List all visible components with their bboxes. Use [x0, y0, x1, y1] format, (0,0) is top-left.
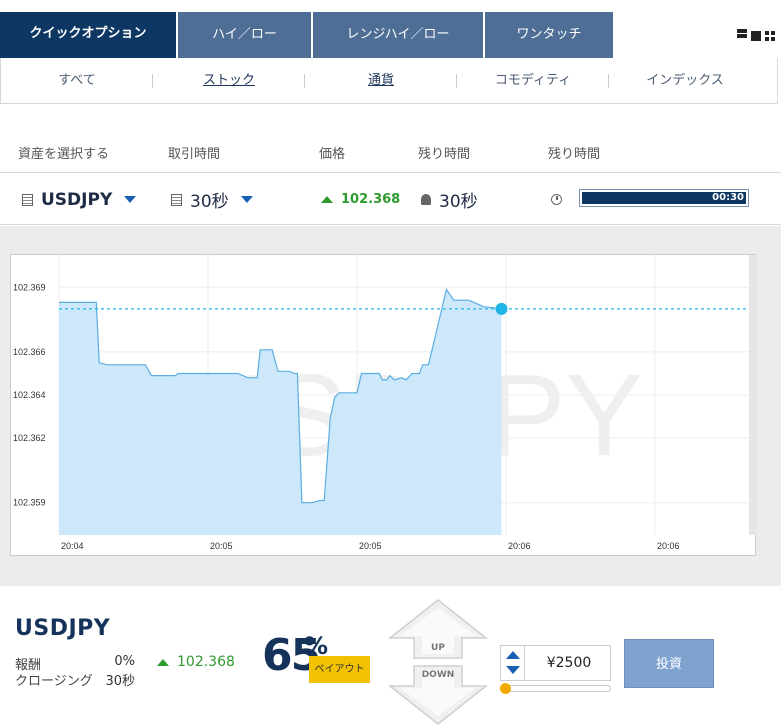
- subnav-commodity[interactable]: コモディティ: [457, 58, 609, 104]
- header-trade-time: 取引時間: [168, 147, 221, 162]
- y-tick-label: 102.369: [13, 282, 46, 292]
- amount-input[interactable]: ¥2500: [527, 646, 611, 680]
- subnav-index[interactable]: インデックス: [609, 58, 761, 104]
- asset-row: USDJPY 30秒 102.368 30秒 00:30: [0, 172, 781, 225]
- clock-cell: [551, 173, 562, 226]
- x-tick-label: 20:05: [359, 541, 382, 551]
- down-label: DOWN: [421, 670, 455, 680]
- chevron-down-icon: [240, 196, 253, 203]
- current-price-marker: [495, 302, 508, 315]
- x-axis: 20:04 20:05 20:05 20:06 20:06: [61, 541, 680, 551]
- grid-view-icon[interactable]: [765, 31, 775, 41]
- y-tick-label: 102.366: [13, 347, 46, 357]
- y-tick-label: 102.359: [13, 498, 46, 508]
- x-tick-label: 20:06: [657, 541, 680, 551]
- price-up-icon: [321, 196, 333, 203]
- tab-high-low[interactable]: ハイ／ロー: [178, 12, 311, 58]
- price-cell: 102.368: [321, 173, 400, 226]
- tile-view-icon[interactable]: [751, 31, 761, 41]
- chart-area: USDJPY 102.369102.366102.364102.362102.3…: [0, 226, 781, 586]
- increase-amount-icon[interactable]: [506, 651, 520, 659]
- bottom-price-value: 102.368: [177, 654, 235, 670]
- bottom-price: 102.368: [157, 654, 235, 670]
- x-tick-label: 20:04: [61, 541, 84, 551]
- closing-value: 30秒: [105, 674, 135, 689]
- view-toggle: [737, 31, 775, 41]
- header-remaining-bar: 残り時間: [548, 147, 601, 162]
- invest-button[interactable]: 投資: [624, 639, 714, 688]
- chart-area-fill: [59, 289, 502, 535]
- remaining-cell: 30秒: [421, 173, 478, 226]
- up-label: UP: [431, 643, 445, 653]
- tab-one-touch[interactable]: ワンタッチ: [485, 12, 613, 58]
- clock-icon: [551, 194, 562, 205]
- trade-time-select[interactable]: 30秒: [171, 173, 253, 226]
- asset-category-nav: すべて ストック 通貨 コモディティ インデックス: [0, 58, 778, 104]
- remaining-value: 30秒: [439, 192, 478, 212]
- y-tick-label: 102.362: [13, 433, 46, 443]
- subnav-all[interactable]: すべて: [1, 58, 153, 104]
- chart-scrollbar[interactable]: [749, 255, 757, 535]
- list-icon: [171, 193, 182, 206]
- amount-stepper: ¥2500: [500, 645, 611, 681]
- bottom-asset-title: USDJPY: [15, 616, 111, 641]
- asset-value: USDJPY: [41, 189, 113, 210]
- header-price: 価格: [319, 147, 346, 162]
- trade-time-value: 30秒: [190, 192, 229, 212]
- tab-range-high-low[interactable]: レンジハイ／ロー: [313, 12, 483, 58]
- price-up-icon: [157, 658, 169, 666]
- x-tick-label: 20:05: [210, 541, 233, 551]
- header-asset: 資産を選択する: [18, 147, 110, 162]
- payout-badge: ペイアウト: [309, 656, 370, 683]
- decrease-amount-icon[interactable]: [506, 666, 520, 674]
- tab-quick-option[interactable]: クイックオプション: [0, 12, 176, 58]
- chevron-down-icon: [124, 196, 137, 203]
- subnav-stock[interactable]: ストック: [153, 58, 305, 104]
- list-view-icon[interactable]: [737, 34, 747, 38]
- product-tabs: クイックオプション ハイ／ロー レンジハイ／ロー ワンタッチ: [0, 12, 781, 58]
- closing-label: クロージング: [15, 674, 93, 689]
- reward-value: 0%: [114, 654, 135, 669]
- y-tick-label: 102.364: [13, 390, 46, 400]
- slider-handle[interactable]: [500, 683, 511, 694]
- stepper-buttons: [501, 646, 525, 680]
- countdown-bar: 00:30: [579, 189, 749, 207]
- y-axis: 102.369 102.366 102.364 102.362 102.359: [13, 282, 46, 507]
- x-tick-label: 20:06: [508, 541, 531, 551]
- price-value: 102.368: [341, 192, 401, 207]
- price-chart: USDJPY 102.369102.366102.364102.362102.3…: [10, 254, 757, 556]
- list-icon: [22, 193, 33, 206]
- price-chart-svg: USDJPY 102.369102.366102.364102.362102.3…: [13, 255, 757, 551]
- up-down-control: UP DOWN: [388, 598, 488, 726]
- header-remaining: 残り時間: [418, 147, 471, 162]
- bell-icon: [421, 194, 431, 205]
- amount-slider[interactable]: [500, 683, 611, 694]
- subnav-currency[interactable]: 通貨: [305, 58, 457, 104]
- countdown-fill: 00:30: [582, 192, 746, 204]
- asset-select[interactable]: USDJPY: [22, 173, 137, 226]
